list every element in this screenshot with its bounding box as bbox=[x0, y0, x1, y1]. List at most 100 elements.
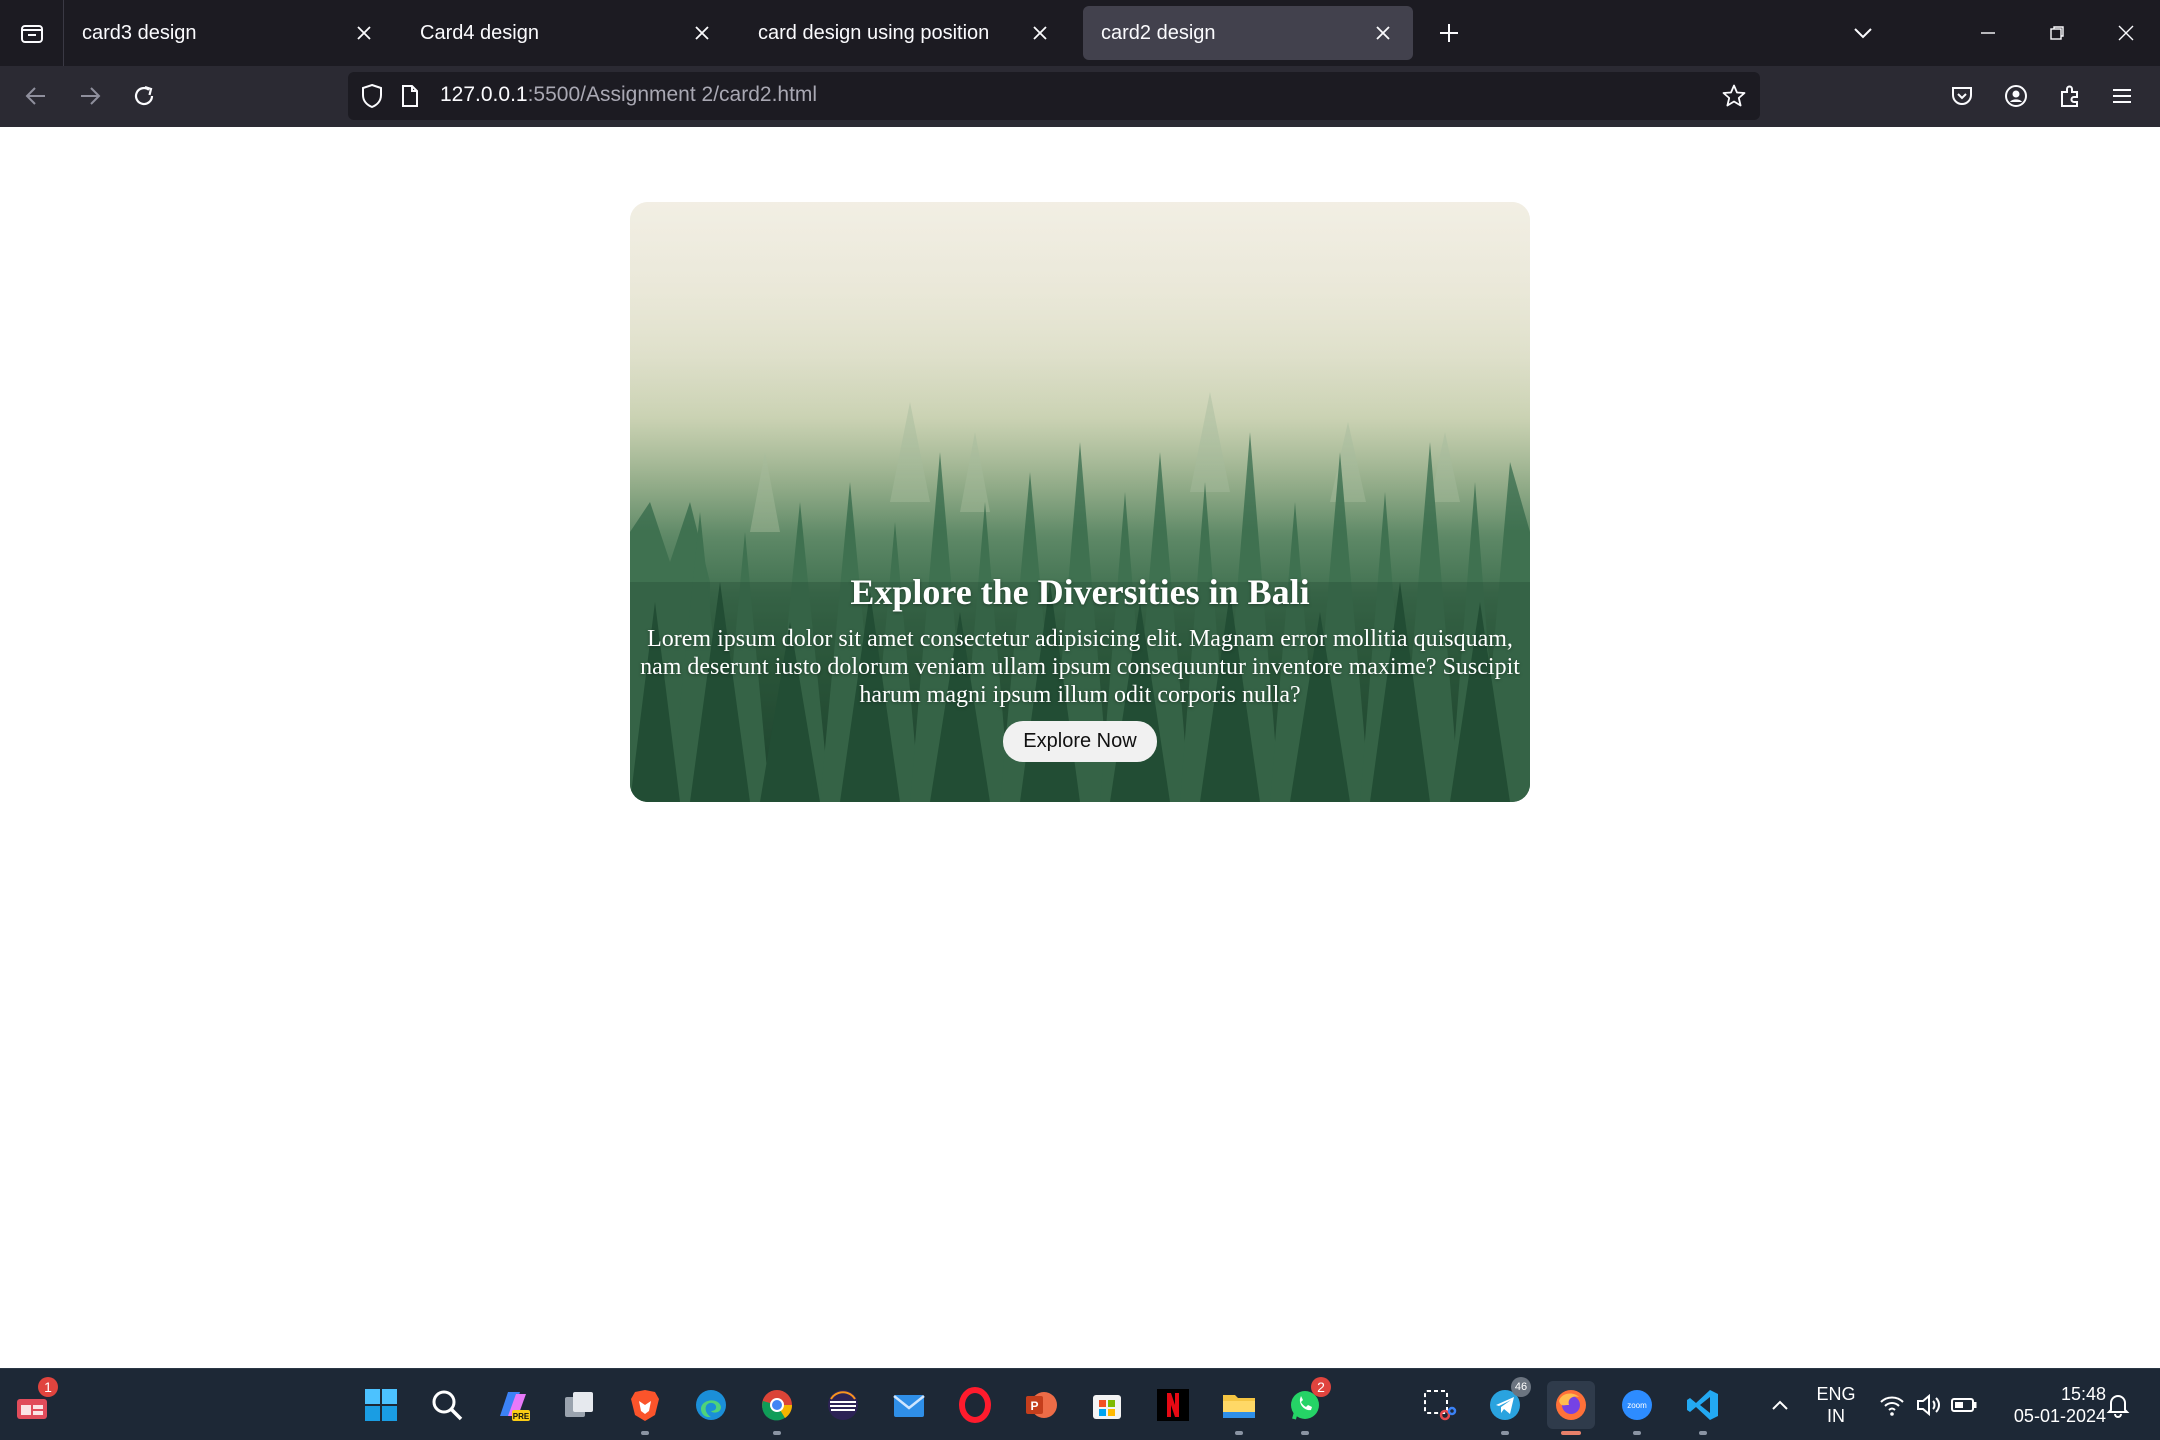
explore-now-button[interactable]: Explore Now bbox=[1003, 721, 1157, 762]
card-description: Lorem ipsum dolor sit amet consectetur a… bbox=[640, 626, 1520, 708]
chevron-down-icon bbox=[1854, 28, 1872, 39]
bookmark-star-button[interactable] bbox=[1718, 80, 1750, 112]
powerpoint-icon: P bbox=[1026, 1392, 1057, 1418]
menu-button[interactable] bbox=[2100, 74, 2144, 118]
zoom-icon: zoom bbox=[1622, 1390, 1652, 1420]
vscode-button[interactable] bbox=[1679, 1381, 1727, 1435]
show-hidden-icons-button[interactable] bbox=[1756, 1381, 1804, 1429]
account-button[interactable] bbox=[1994, 74, 2038, 118]
widgets-button[interactable]: 1 bbox=[8, 1377, 58, 1429]
edge-icon bbox=[696, 1390, 726, 1420]
mail-button[interactable] bbox=[885, 1381, 933, 1429]
running-indicator bbox=[1501, 1431, 1509, 1435]
notification-center-button[interactable] bbox=[2096, 1381, 2140, 1429]
page-viewport: Explore the Diversities in Bali Lorem ip… bbox=[0, 127, 2160, 1368]
mail-icon bbox=[893, 1395, 925, 1417]
file-explorer-button[interactable] bbox=[1215, 1381, 1263, 1435]
tab-close-button[interactable] bbox=[1026, 19, 1054, 47]
list-all-tabs-button[interactable] bbox=[1844, 14, 1882, 52]
task-view-icon bbox=[565, 1392, 593, 1417]
tab-card-design-using-position[interactable]: card design using position bbox=[740, 6, 1070, 60]
close-icon bbox=[357, 26, 371, 40]
eclipse-button[interactable] bbox=[819, 1381, 867, 1429]
battery-status[interactable] bbox=[1940, 1381, 1988, 1429]
minimize-button[interactable] bbox=[1954, 0, 2022, 66]
hamburger-menu-icon bbox=[2113, 89, 2131, 103]
url-text: 127.0.0.1:5500/Assignment 2/card2.html bbox=[440, 83, 817, 107]
tab-card2-design[interactable]: card2 design bbox=[1083, 6, 1413, 60]
reload-icon bbox=[134, 85, 154, 106]
svg-text:P: P bbox=[1030, 1399, 1038, 1413]
running-indicator bbox=[1301, 1431, 1309, 1435]
microsoft-store-button[interactable] bbox=[1083, 1381, 1131, 1429]
task-view-button[interactable] bbox=[555, 1381, 603, 1429]
running-indicator bbox=[1699, 1431, 1707, 1435]
copilot-icon: PRE bbox=[500, 1392, 530, 1421]
star-icon bbox=[1722, 84, 1746, 107]
netflix-icon bbox=[1157, 1389, 1189, 1421]
running-indicator bbox=[1633, 1431, 1641, 1435]
windows-taskbar: 1 PRE P 2 46 zoom ENG IN 15:48 05-01-202… bbox=[0, 1368, 2160, 1440]
search-button[interactable] bbox=[423, 1381, 471, 1429]
search-icon bbox=[432, 1390, 463, 1421]
forward-button[interactable] bbox=[68, 74, 112, 118]
extensions-button[interactable] bbox=[2048, 74, 2092, 118]
tab-title: card3 design bbox=[82, 21, 197, 44]
tab-list-button[interactable] bbox=[0, 0, 64, 66]
tab-title: card2 design bbox=[1101, 21, 1216, 44]
svg-text:zoom: zoom bbox=[1627, 1401, 1647, 1410]
vscode-icon bbox=[1687, 1390, 1718, 1420]
close-icon bbox=[1033, 26, 1047, 40]
folder-icon bbox=[1223, 1395, 1255, 1418]
chrome-browser-button[interactable] bbox=[753, 1381, 801, 1435]
snipping-tool-button[interactable] bbox=[1415, 1381, 1463, 1429]
edge-browser-button[interactable] bbox=[687, 1381, 735, 1429]
tab-list-icon bbox=[20, 25, 43, 43]
back-button[interactable] bbox=[14, 74, 58, 118]
address-bar[interactable]: 127.0.0.1:5500/Assignment 2/card2.html bbox=[348, 72, 1760, 120]
notification-badge: 1 bbox=[38, 1377, 58, 1397]
restore-button[interactable] bbox=[2023, 0, 2091, 66]
running-indicator bbox=[1235, 1431, 1243, 1435]
tab-card4-design[interactable]: Card4 design bbox=[402, 6, 732, 60]
powerpoint-button[interactable]: P bbox=[1017, 1381, 1065, 1429]
input-language-indicator[interactable]: ENG IN bbox=[1808, 1383, 1864, 1427]
account-icon bbox=[2005, 85, 2027, 107]
page-icon[interactable] bbox=[396, 80, 424, 112]
close-window-button[interactable] bbox=[2092, 0, 2160, 66]
copilot-button[interactable]: PRE bbox=[489, 1381, 537, 1429]
url-path: :5500/Assignment 2/card2.html bbox=[527, 83, 818, 106]
new-tab-button[interactable] bbox=[1430, 14, 1468, 52]
close-icon bbox=[1376, 26, 1390, 40]
zoom-button[interactable]: zoom bbox=[1613, 1381, 1661, 1435]
destination-card: Explore the Diversities in Bali Lorem ip… bbox=[630, 202, 1530, 802]
brave-browser-button[interactable] bbox=[621, 1381, 669, 1435]
navigation-bar: 127.0.0.1:5500/Assignment 2/card2.html bbox=[0, 66, 2160, 127]
pocket-button[interactable] bbox=[1940, 74, 1984, 118]
notification-badge: 2 bbox=[1311, 1377, 1331, 1397]
wifi-icon bbox=[1880, 1396, 1904, 1416]
region-code: IN bbox=[1827, 1406, 1845, 1426]
start-button[interactable] bbox=[357, 1381, 405, 1429]
shield-icon[interactable] bbox=[356, 80, 388, 112]
tab-close-button[interactable] bbox=[688, 19, 716, 47]
tab-close-button[interactable] bbox=[350, 19, 378, 47]
clock-date: 05-01-2024 bbox=[2013, 1406, 2106, 1426]
netflix-button[interactable] bbox=[1149, 1381, 1197, 1429]
firefox-button[interactable] bbox=[1547, 1381, 1595, 1435]
tab-close-button[interactable] bbox=[1369, 19, 1397, 47]
bell-icon bbox=[2106, 1395, 2130, 1418]
whatsapp-button[interactable]: 2 bbox=[1281, 1377, 1331, 1435]
clock[interactable]: 15:48 05-01-2024 bbox=[1990, 1383, 2106, 1427]
arrow-left-icon bbox=[25, 87, 45, 105]
opera-button[interactable] bbox=[951, 1381, 999, 1429]
minimize-icon bbox=[1981, 32, 1995, 34]
telegram-button[interactable]: 46 bbox=[1481, 1377, 1531, 1435]
windows-logo-icon bbox=[365, 1389, 397, 1421]
reload-button[interactable] bbox=[122, 74, 166, 118]
puzzle-icon bbox=[2061, 85, 2078, 107]
plus-icon bbox=[1440, 24, 1458, 42]
firefox-icon bbox=[1556, 1390, 1586, 1420]
speaker-icon bbox=[1917, 1393, 1940, 1417]
tab-card3-design[interactable]: card3 design bbox=[64, 6, 394, 60]
